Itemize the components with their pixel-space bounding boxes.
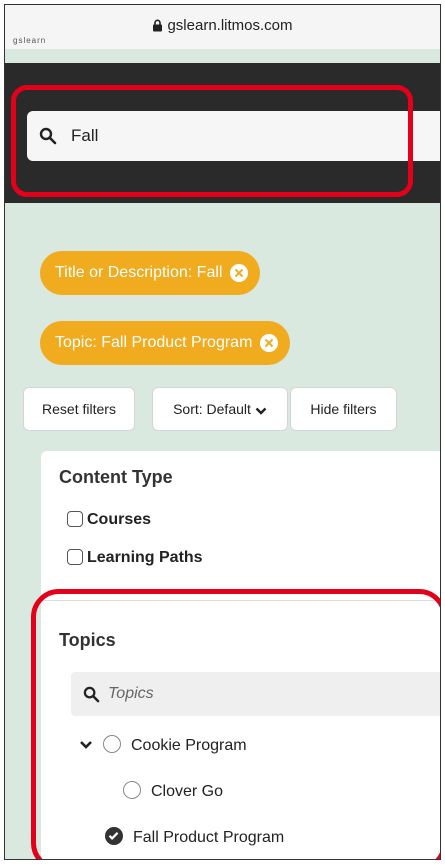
checkbox-box[interactable] — [67, 511, 83, 527]
chip-label: Topic: Fall Product Program — [55, 334, 253, 351]
hide-filters-button[interactable]: Hide filters — [290, 387, 397, 431]
checkbox-learning-paths[interactable]: Learning Paths — [67, 549, 203, 567]
site-logo-text: gslearn — [13, 36, 47, 45]
checkbox-courses[interactable]: Courses — [67, 511, 151, 529]
highlight-annotation-topics — [31, 589, 440, 859]
address-bar[interactable]: gslearn.litmos.com gslearn — [5, 5, 440, 49]
chevron-down-icon — [255, 407, 267, 415]
url-text: gslearn.litmos.com — [167, 17, 293, 34]
sort-label: Sort: Default — [173, 401, 251, 417]
filter-chip-topic[interactable]: Topic: Fall Product Program — [40, 321, 291, 365]
reset-filters-button[interactable]: Reset filters — [23, 387, 135, 431]
checkbox-box[interactable] — [67, 549, 83, 565]
filter-chip-title[interactable]: Title or Description: Fall — [40, 251, 261, 295]
chip-label: Title or Description: Fall — [55, 264, 223, 281]
lock-icon — [153, 19, 163, 32]
content-type-heading: Content Type — [59, 467, 173, 487]
browser-frame: gslearn.litmos.com gslearn Fall Title or… — [4, 4, 441, 860]
remove-chip-icon[interactable] — [230, 264, 249, 282]
highlight-annotation-search — [11, 85, 413, 197]
remove-chip-icon[interactable] — [260, 334, 279, 352]
sort-dropdown[interactable]: Sort: Default — [152, 387, 288, 431]
